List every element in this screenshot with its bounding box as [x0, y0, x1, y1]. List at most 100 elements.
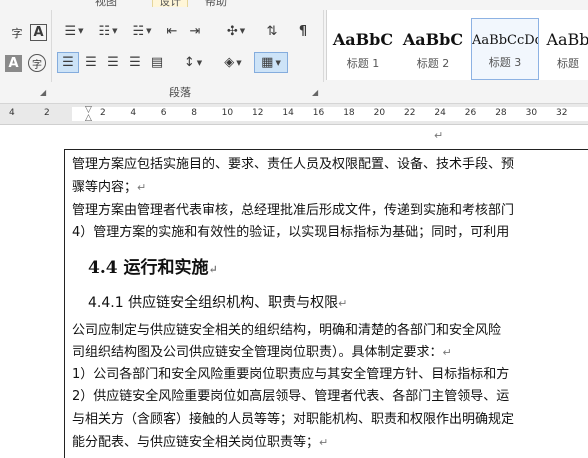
style-sample: AaBbC: [402, 30, 464, 49]
paragraph-group-label: 段落: [169, 86, 191, 99]
ruler-number: 12: [252, 108, 264, 118]
ruler-number: 8: [191, 108, 197, 118]
chinese-layout-icon: ✣: [226, 23, 238, 39]
line-spacing-button[interactable]: ↕ ▼: [177, 52, 209, 73]
document-canvas[interactable]: ↵ 管理方案应包括实施目的、要求、责任人员及权限配置、设备、技术手段、预 骤等内…: [0, 125, 588, 458]
paragraph-dialog-launcher-icon[interactable]: ◢: [312, 88, 321, 97]
paragraph-mark-icon: ↵: [137, 181, 147, 194]
show-formatting-marks-button[interactable]: ¶: [292, 21, 314, 41]
style-heading-2[interactable]: AaBbC 标题 2: [399, 18, 467, 80]
align-left-button[interactable]: ☰: [57, 52, 79, 73]
body-line: 与相关方（含顾客）接触的人员等等；对职能机构、职责和权限作出明确规定: [72, 412, 515, 427]
ruler-number: 26: [464, 108, 477, 118]
style-sample: AaBbCcDd: [472, 33, 539, 48]
distributed-button[interactable]: ▤: [147, 52, 167, 73]
ruler-number: 2: [44, 108, 50, 118]
style-sample: AaBbC: [332, 30, 394, 49]
chevron-down-icon: ▼: [112, 27, 118, 35]
style-sample: AaBb: [546, 30, 588, 49]
sort-button[interactable]: ⇅: [262, 21, 282, 41]
numbering-button[interactable]: ☷ ▼: [92, 21, 124, 41]
tab-view[interactable]: 视图: [95, 0, 117, 8]
multilevel-list-button[interactable]: ☵ ▼: [126, 21, 158, 41]
paragraph-mark-icon: ↵: [338, 297, 348, 310]
heading-2: 4.4 运行和实施↵: [88, 258, 218, 278]
justify-button[interactable]: ☰: [125, 52, 145, 73]
multilevel-list-icon: ☵: [132, 23, 145, 39]
heading-3: 4.4.1 供应链安全组织机构、职责与权限↵: [88, 295, 348, 311]
character-border-button[interactable]: A: [30, 24, 47, 41]
style-name: 标题 1: [346, 57, 380, 70]
ruler-number: 28: [495, 108, 507, 118]
style-heading-3[interactable]: AaBbCcDd 标题 3: [471, 18, 539, 80]
ruler-number: 6: [160, 108, 167, 118]
chevron-down-icon: ▼: [78, 27, 84, 35]
center-button[interactable]: ☰: [81, 52, 101, 73]
body-line: 2）供应链安全风险重要岗位如高层领导、管理者代表、各部门主管领导、运: [72, 389, 510, 404]
character-border-icon: A: [33, 25, 44, 40]
enclose-characters-button[interactable]: 字: [28, 54, 46, 72]
decrease-indent-icon: ⇤: [166, 23, 178, 39]
horizontal-ruler[interactable]: 4 2 ▽ △ 2 4 6 8 10 12 14 16 18 20 22 24 26 28 30 32: [0, 104, 588, 125]
body-line: 管理方案应包括实施目的、要求、责任人员及权限配置、设备、技术手段、预: [72, 157, 515, 172]
style-title[interactable]: AaBb 标题: [543, 18, 588, 80]
ribbon: 视图 设计 帮助 字 A A 字 ☰ ▼ ☷ ▼ ☵ ▼ ⇤ ⇥ ✣ ▼ ⇅ ¶ ☰: [0, 0, 588, 104]
justify-icon: ☰: [129, 55, 141, 70]
font-dialog-launcher-icon[interactable]: ◢: [40, 88, 49, 97]
style-name: 标题: [557, 57, 579, 70]
ruler-number: 2: [100, 108, 106, 118]
body-line: 骤等内容；↵: [72, 180, 147, 195]
line-spacing-icon: ↕: [183, 55, 195, 70]
style-name: 标题 2: [416, 57, 450, 70]
align-right-icon: ☰: [107, 55, 119, 70]
paint-bucket-icon: ◈: [224, 55, 235, 70]
style-name: 标题 3: [488, 56, 522, 69]
ruler-number: 16: [312, 108, 325, 118]
enclose-characters-icon: 字: [32, 59, 42, 71]
style-heading-1[interactable]: AaBbC 标题 1: [329, 18, 397, 80]
body-line: 公司应制定与供应链安全相关的组织结构，明确和清楚的各部门和安全风险: [72, 323, 502, 338]
paragraph-mark-icon: ↵: [319, 436, 329, 449]
tab-help[interactable]: 帮助: [205, 0, 227, 8]
paragraph-mark-icon: ↵: [208, 263, 218, 276]
body-line: 4）管理方案的实施和有效性的验证，以实现目标指标为基础；同时，可利用: [72, 225, 510, 240]
decrease-indent-button[interactable]: ⇤: [162, 21, 182, 41]
borders-button[interactable]: ▦ ▼: [254, 52, 288, 73]
body-line: 1）公司各部门和安全风险重要岗位职责应与其安全管理方针、目标指标和方: [72, 367, 510, 382]
increase-indent-icon: ⇥: [189, 23, 201, 39]
ruler-number: 10: [221, 108, 234, 118]
ruler-number: 24: [434, 108, 446, 118]
chevron-down-icon: ▼: [275, 58, 281, 67]
body-line: 司组织结构图及公司供应链安全管理岗位职责）。具体制定要求：↵: [72, 345, 452, 360]
chevron-down-icon: ▼: [236, 58, 242, 67]
chinese-layout-button[interactable]: ✣ ▼: [220, 21, 252, 41]
tab-design[interactable]: 设计: [152, 0, 188, 8]
group-separator: [51, 10, 52, 82]
ruler-number: 4: [9, 108, 15, 118]
align-right-button[interactable]: ☰: [103, 52, 123, 73]
bullets-icon: ☰: [64, 23, 77, 39]
chevron-down-icon: ▼: [196, 58, 203, 67]
ruler-number: 22: [404, 108, 416, 118]
ruler-number: 4: [130, 108, 137, 118]
character-shading-button[interactable]: A: [5, 55, 22, 72]
paragraph-mark-icon: ¶: [298, 23, 308, 39]
bullets-button[interactable]: ☰ ▼: [58, 21, 90, 41]
body-line: 能分配表、与供应链安全相关岗位职责等；↵: [72, 435, 329, 450]
numbering-icon: ☷: [98, 23, 111, 39]
shading-button[interactable]: ◈ ▼: [216, 52, 250, 73]
ruler-number: 18: [343, 108, 355, 118]
phonetic-guide-button[interactable]: 字: [6, 24, 28, 42]
chevron-down-icon: ▼: [239, 27, 246, 35]
align-center-icon: ☰: [85, 55, 97, 70]
sort-icon: ⇅: [266, 23, 278, 39]
ruler-number: 32: [556, 108, 568, 118]
indent-marker-icon[interactable]: ▽ △: [85, 106, 92, 123]
phonetic-guide-icon: 字: [11, 27, 23, 40]
increase-indent-button[interactable]: ⇥: [185, 21, 205, 41]
ruler-number: 30: [525, 108, 538, 118]
body-line: 管理方案由管理者代表审核，总经理批准后形成文件，传递到实施和考核部门: [72, 203, 515, 218]
ruler-number: 20: [373, 108, 386, 118]
ruler-number: 14: [282, 108, 294, 118]
ruler-text-area: [72, 107, 588, 121]
